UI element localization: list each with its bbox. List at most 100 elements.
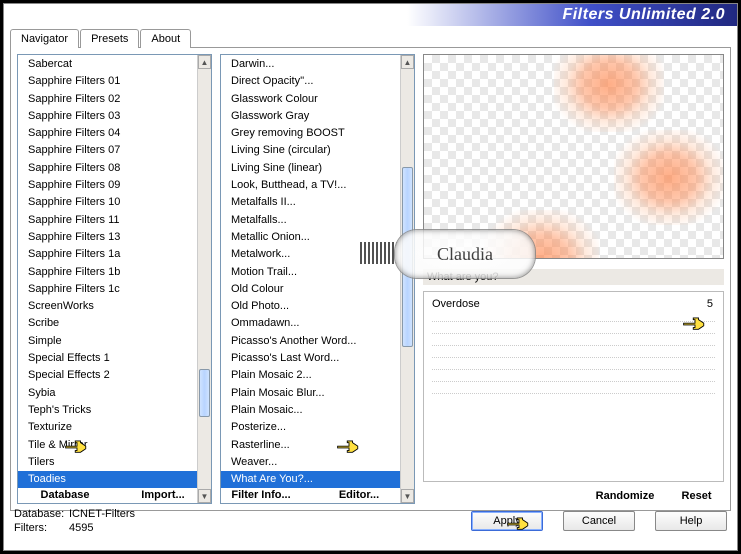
list-item[interactable]: ScreenWorks [18,298,197,315]
list-item[interactable]: Sapphire Filters 07 [18,142,197,159]
list-item[interactable]: Glasswork Gray [221,108,400,125]
list-item[interactable]: Metalfalls II... [221,194,400,211]
tab-bar: Navigator Presets About [4,28,737,47]
param-divider [432,348,715,358]
list-item[interactable]: Sapphire Filters 03 [18,108,197,125]
param-divider [432,360,715,370]
list-item[interactable]: Grey removing BOOST [221,125,400,142]
filters-value: 4595 [69,522,93,534]
db-label: Database: [14,507,69,521]
list-item[interactable]: Texturize [18,419,197,436]
list-item[interactable]: Special Effects 1 [18,350,197,367]
list-item[interactable]: Picasso's Another Word... [221,333,400,350]
list-item[interactable]: Darwin... [221,56,400,73]
list-item[interactable]: Sapphire Filters 1b [18,264,197,281]
list-item[interactable]: Weaver... [221,454,400,471]
help-button[interactable]: Help [655,511,727,531]
list-item[interactable]: Sybia [18,385,197,402]
list-item[interactable]: Direct Opacity''... [221,73,400,90]
scrollbar[interactable]: ▲ ▼ [400,55,414,503]
list-item[interactable]: Sapphire Filters 08 [18,160,197,177]
left-button-row: Database Import... Filter Info... Editor… [14,487,410,503]
param-row: Overdose 5 [432,298,715,310]
tab-panel: SabercatSapphire Filters 01Sapphire Filt… [10,47,731,511]
list-item[interactable]: Teph's Tricks [18,402,197,419]
list-item[interactable]: Ommadawn... [221,315,400,332]
preview-blob [614,130,724,225]
randomize-button[interactable]: Randomize [585,488,665,504]
preview-image [423,54,724,259]
list-item[interactable]: Glasswork Colour [221,91,400,108]
param-divider [432,336,715,346]
list-item[interactable]: Sapphire Filters 13 [18,229,197,246]
preview-column: What are you? Overdose 5 Randomize Reset [423,54,724,504]
cancel-button[interactable]: Cancel [563,511,635,531]
param-divider [432,312,715,322]
preview-blob [554,54,664,132]
db-value: ICNET-Filters [69,508,135,520]
apply-button[interactable]: Apply [471,511,543,531]
list-item[interactable]: Motion Trail... [221,264,400,281]
scrollbar[interactable]: ▲ ▼ [197,55,211,503]
list-item[interactable]: Old Colour [221,281,400,298]
editor-button[interactable]: Editor... [310,487,408,503]
import-button[interactable]: Import... [114,487,212,503]
list-item[interactable]: Sapphire Filters 09 [18,177,197,194]
bottom-bar: Database:ICNET-Filters Filters:4595 Appl… [4,503,737,541]
filter-column: Darwin...Direct Opacity''...Glasswork Co… [220,54,415,504]
list-item[interactable]: Special Effects 2 [18,367,197,384]
scroll-up-icon[interactable]: ▲ [198,55,211,69]
list-item[interactable]: What Are You?... [221,471,400,488]
list-item[interactable]: Picasso's Last Word... [221,350,400,367]
scroll-up-icon[interactable]: ▲ [401,55,414,69]
list-item[interactable]: Living Sine (circular) [221,142,400,159]
param-divider [432,372,715,382]
list-item[interactable]: Metalwork... [221,246,400,263]
filters-label: Filters: [14,521,69,535]
list-item[interactable]: Tilers [18,454,197,471]
list-item[interactable]: Toadies [18,471,197,488]
list-item[interactable]: Plain Mosaic Blur... [221,385,400,402]
filter-list[interactable]: Darwin...Direct Opacity''...Glasswork Co… [220,54,415,504]
app-title: Filters Unlimited 2.0 [562,6,725,24]
list-item[interactable]: Sabercat [18,56,197,73]
list-item[interactable]: Sapphire Filters 02 [18,91,197,108]
database-button[interactable]: Database [16,487,114,503]
list-item[interactable]: Plain Mosaic... [221,402,400,419]
list-item[interactable]: Rasterline... [221,437,400,454]
param-divider [432,384,715,394]
dialog-window: Filters Unlimited 2.0 Navigator Presets … [3,3,738,551]
tab-presets[interactable]: Presets [80,29,139,48]
tab-navigator[interactable]: Navigator [10,29,79,48]
param-value: 5 [695,298,713,310]
list-item[interactable]: Sapphire Filters 01 [18,73,197,90]
list-item[interactable]: Sapphire Filters 1a [18,246,197,263]
list-item[interactable]: Old Photo... [221,298,400,315]
list-item[interactable]: Sapphire Filters 11 [18,212,197,229]
scroll-thumb[interactable] [199,369,210,417]
list-item[interactable]: Metalfalls... [221,212,400,229]
list-item[interactable]: Tile & Mirror [18,437,197,454]
reset-button[interactable]: Reset [669,488,724,504]
info-block: Database:ICNET-Filters Filters:4595 [14,507,135,535]
scroll-thumb[interactable] [402,167,413,347]
list-item[interactable]: Sapphire Filters 04 [18,125,197,142]
list-item[interactable]: Posterize... [221,419,400,436]
list-item[interactable]: Plain Mosaic 2... [221,367,400,384]
param-divider [432,324,715,334]
category-column: SabercatSapphire Filters 01Sapphire Filt… [17,54,212,504]
list-item[interactable]: Sapphire Filters 1c [18,281,197,298]
list-item[interactable]: Sapphire Filters 10 [18,194,197,211]
list-item[interactable]: Metallic Onion... [221,229,400,246]
filter-info-button[interactable]: Filter Info... [212,487,310,503]
param-name: Overdose [432,298,695,310]
list-item[interactable]: Scribe [18,315,197,332]
tab-about[interactable]: About [140,29,191,48]
title-bar: Filters Unlimited 2.0 [4,4,737,26]
list-item[interactable]: Simple [18,333,197,350]
preview-blob [484,210,599,259]
list-item[interactable]: Look, Butthead, a TV!... [221,177,400,194]
category-list[interactable]: SabercatSapphire Filters 01Sapphire Filt… [17,54,212,504]
list-item[interactable]: Living Sine (linear) [221,160,400,177]
parameters-panel: Overdose 5 [423,291,724,482]
